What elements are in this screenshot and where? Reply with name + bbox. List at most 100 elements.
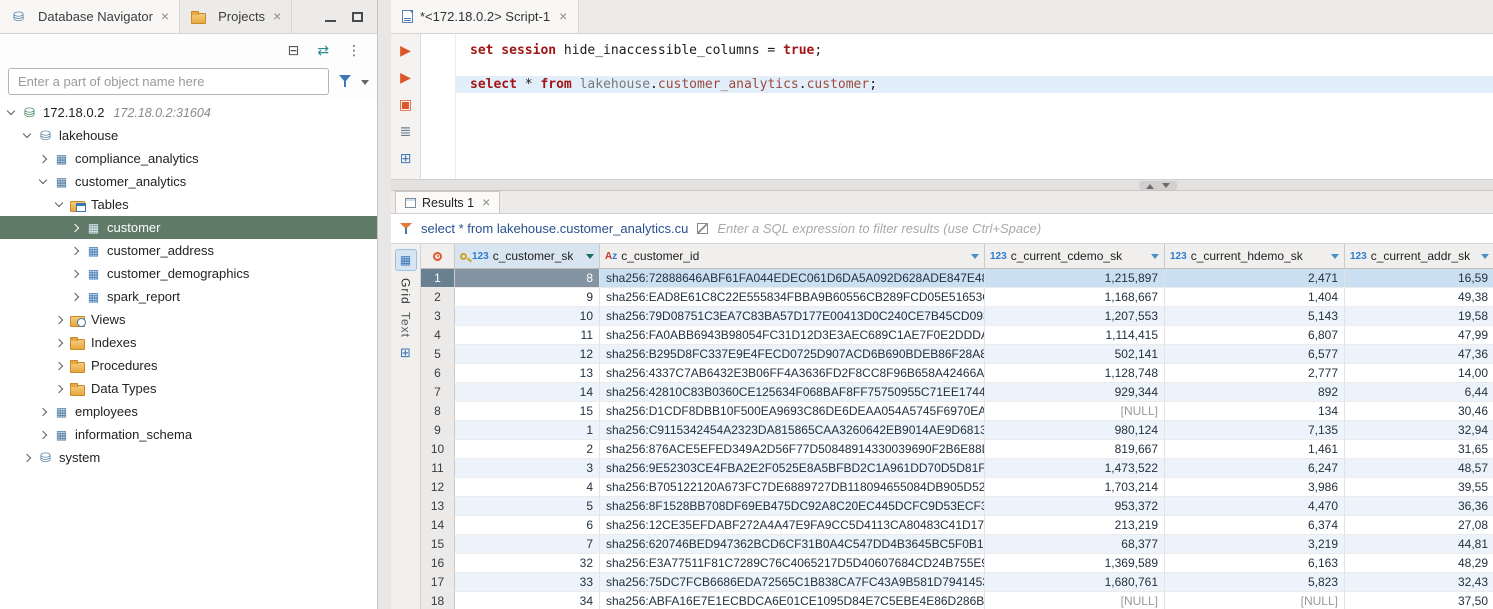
row-number[interactable]: 14 xyxy=(421,516,455,534)
cell-c_current_addr_sk[interactable]: 30,46 xyxy=(1345,402,1493,420)
column-header-c_current_addr_sk[interactable]: 123c_current_addr_sk xyxy=(1345,244,1493,268)
row-number[interactable]: 11 xyxy=(421,459,455,477)
tree-item-Views[interactable]: Views xyxy=(0,308,377,331)
execute-script-icon[interactable]: ▣ xyxy=(399,97,412,111)
cell-c_customer_id[interactable]: sha256:EAD8E61C8C22E555834FBBA9B60556CB2… xyxy=(600,288,985,306)
tree-item-Tables[interactable]: Tables xyxy=(0,193,377,216)
cell-c_customer_id[interactable]: sha256:79D08751C3EA7C83BA57D177E00413D0C… xyxy=(600,307,985,325)
cell-c_customer_sk[interactable]: 1 xyxy=(455,421,600,439)
cell-c_customer_sk[interactable]: 15 xyxy=(455,402,600,420)
tab-sql-script[interactable]: *<172.18.0.2> Script-1 xyxy=(391,0,579,33)
cell-c_current_hdemo_sk[interactable]: [NULL] xyxy=(1165,592,1345,609)
cell-c_customer_sk[interactable]: 4 xyxy=(455,478,600,496)
expand-node-icon[interactable] xyxy=(71,269,79,277)
expand-node-icon[interactable] xyxy=(55,361,63,369)
cell-c_customer_id[interactable]: sha256:72888646ABF61FA044EDEC061D6DA5A09… xyxy=(600,269,985,287)
cell-c_customer_id[interactable]: sha256:42810C83B0360CE125634F068BAF8FF75… xyxy=(600,383,985,401)
row-number[interactable]: 18 xyxy=(421,592,455,609)
cell-c_customer_sk[interactable]: 14 xyxy=(455,383,600,401)
cell-c_current_cdemo_sk[interactable]: 1,703,214 xyxy=(985,478,1165,496)
cell-c_customer_sk[interactable]: 6 xyxy=(455,516,600,534)
cell-c_current_addr_sk[interactable]: 44,81 xyxy=(1345,535,1493,553)
select-all-cell[interactable] xyxy=(421,244,455,268)
explain-plan-icon[interactable]: ≣ xyxy=(400,124,412,138)
cell-c_current_cdemo_sk[interactable]: 1,473,522 xyxy=(985,459,1165,477)
close-projects-icon[interactable] xyxy=(273,9,281,24)
cell-c_current_hdemo_sk[interactable]: 1,404 xyxy=(1165,288,1345,306)
cell-c_current_cdemo_sk[interactable]: 980,124 xyxy=(985,421,1165,439)
cell-c_customer_sk[interactable]: 10 xyxy=(455,307,600,325)
expand-node-icon[interactable] xyxy=(71,246,79,254)
cell-c_customer_id[interactable]: sha256:ABFA16E7E1ECBDCA6E01CE1095D84E7C5… xyxy=(600,592,985,609)
sql-code-area[interactable]: set session hide_inaccessible_columns = … xyxy=(421,34,1493,179)
row-number[interactable]: 1 xyxy=(421,269,455,287)
tree-item-Data Types[interactable]: Data Types xyxy=(0,377,377,400)
row-number[interactable]: 17 xyxy=(421,573,455,591)
row-number[interactable]: 10 xyxy=(421,440,455,458)
view-menu-icon[interactable]: ⋮ xyxy=(347,43,361,57)
expand-node-icon[interactable] xyxy=(39,407,47,415)
close-database-navigator-icon[interactable] xyxy=(161,9,169,24)
expand-node-icon[interactable] xyxy=(39,430,47,438)
cell-c_customer_id[interactable]: sha256:E3A77511F81C7289C76C4065217D5D406… xyxy=(600,554,985,572)
cell-c_customer_id[interactable]: sha256:4337C7AB6432E3B06FF4A3636FD2F8CC8… xyxy=(600,364,985,382)
cell-c_current_addr_sk[interactable]: 16,59 xyxy=(1345,269,1493,287)
row-number[interactable]: 8 xyxy=(421,402,455,420)
filter-query-text[interactable]: select * from lakehouse.customer_analyti… xyxy=(421,221,688,236)
column-header-c_customer_id[interactable]: Azc_customer_id xyxy=(600,244,985,268)
cell-c_current_hdemo_sk[interactable]: 1,461 xyxy=(1165,440,1345,458)
column-header-c_current_hdemo_sk[interactable]: 123c_current_hdemo_sk xyxy=(1165,244,1345,268)
maximize-results-icon[interactable] xyxy=(1162,183,1170,192)
cell-c_current_hdemo_sk[interactable]: 4,470 xyxy=(1165,497,1345,515)
expand-node-icon[interactable] xyxy=(23,453,31,461)
cell-c_current_cdemo_sk[interactable]: 1,680,761 xyxy=(985,573,1165,591)
cell-c_current_cdemo_sk[interactable]: 502,141 xyxy=(985,345,1165,363)
collapse-node-icon[interactable] xyxy=(55,199,63,207)
expand-filter-panel-icon[interactable] xyxy=(697,223,708,234)
collapse-node-icon[interactable] xyxy=(23,130,31,138)
row-number[interactable]: 15 xyxy=(421,535,455,553)
cell-c_customer_sk[interactable]: 9 xyxy=(455,288,600,306)
cell-c_current_hdemo_sk[interactable]: 3,219 xyxy=(1165,535,1345,553)
row-number[interactable]: 2 xyxy=(421,288,455,306)
cell-c_current_addr_sk[interactable]: 48,57 xyxy=(1345,459,1493,477)
editor-results-splitter[interactable] xyxy=(391,180,1493,191)
row-number[interactable]: 5 xyxy=(421,345,455,363)
row-number[interactable]: 12 xyxy=(421,478,455,496)
tree-item-Indexes[interactable]: Indexes xyxy=(0,331,377,354)
collapse-all-icon[interactable]: ⊟ xyxy=(288,43,300,57)
row-number[interactable]: 3 xyxy=(421,307,455,325)
cell-c_customer_id[interactable]: sha256:FA0ABB6943B98054FC31D12D3E3AEC689… xyxy=(600,326,985,344)
cell-c_customer_id[interactable]: sha256:12CE35EFDABF272A4A47E9FA9CC5D4113… xyxy=(600,516,985,534)
row-number[interactable]: 7 xyxy=(421,383,455,401)
tree-item-compliance_analytics[interactable]: compliance_analytics xyxy=(0,147,377,170)
tree-item-spark_report[interactable]: spark_report xyxy=(0,285,377,308)
cell-c_customer_id[interactable]: sha256:620746BED947362BCD6CF31B0A4C547DD… xyxy=(600,535,985,553)
cell-c_customer_id[interactable]: sha256:876ACE5EFED349A2D56F77D5084891433… xyxy=(600,440,985,458)
cell-c_current_hdemo_sk[interactable]: 6,374 xyxy=(1165,516,1345,534)
cell-c_current_addr_sk[interactable]: 27,08 xyxy=(1345,516,1493,534)
tree-item-customer_analytics[interactable]: customer_analytics xyxy=(0,170,377,193)
tree-item-system[interactable]: system xyxy=(0,446,377,469)
filter-expression-input[interactable]: Enter a SQL expression to filter results… xyxy=(717,221,1484,236)
column-filter-dropdown-icon[interactable] xyxy=(971,254,979,263)
maximize-editor-icon[interactable] xyxy=(1146,180,1154,189)
collapse-node-icon[interactable] xyxy=(39,176,47,184)
minimize-icon[interactable] xyxy=(325,12,336,22)
cell-c_customer_id[interactable]: sha256:B295D8FC337E9E4FECD0725D907ACD6B6… xyxy=(600,345,985,363)
cell-c_customer_id[interactable]: sha256:75DC7FCB6686EDA72565C1B838CA7FC43… xyxy=(600,573,985,591)
row-number[interactable]: 9 xyxy=(421,421,455,439)
row-number[interactable]: 13 xyxy=(421,497,455,515)
cell-c_customer_sk[interactable]: 12 xyxy=(455,345,600,363)
cell-c_current_addr_sk[interactable]: 39,55 xyxy=(1345,478,1493,496)
editor-line[interactable] xyxy=(455,59,1493,76)
value-panel-icon[interactable]: ⊞ xyxy=(400,345,411,361)
cell-c_customer_sk[interactable]: 11 xyxy=(455,326,600,344)
cell-c_current_addr_sk[interactable]: 14,00 xyxy=(1345,364,1493,382)
cell-c_customer_sk[interactable]: 33 xyxy=(455,573,600,591)
cell-c_customer_sk[interactable]: 34 xyxy=(455,592,600,609)
cell-c_current_hdemo_sk[interactable]: 6,247 xyxy=(1165,459,1345,477)
tree-item-Procedures[interactable]: Procedures xyxy=(0,354,377,377)
cell-c_current_cdemo_sk[interactable]: 1,128,748 xyxy=(985,364,1165,382)
close-results-1-icon[interactable] xyxy=(482,195,490,210)
